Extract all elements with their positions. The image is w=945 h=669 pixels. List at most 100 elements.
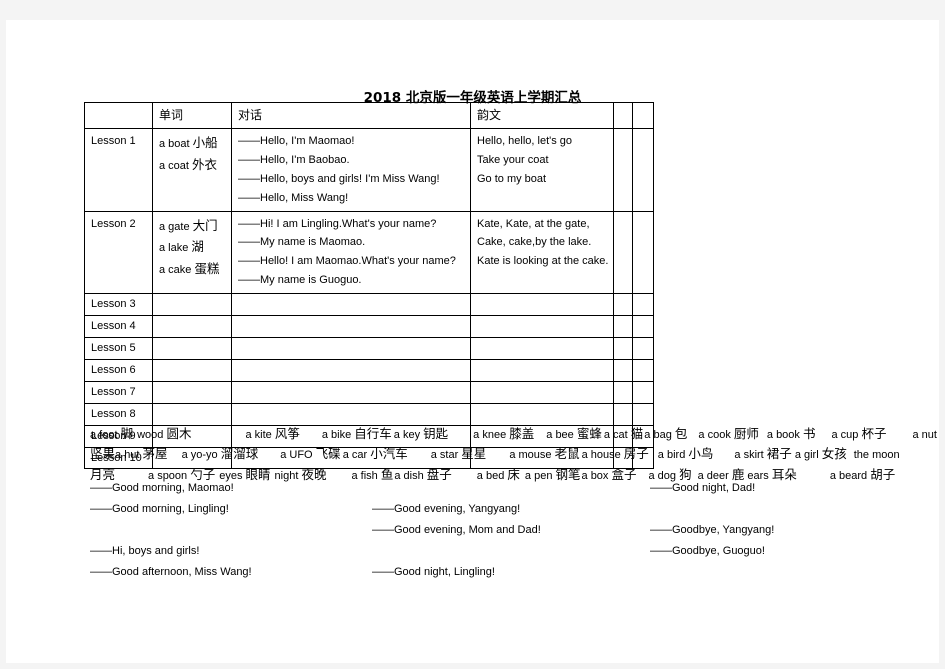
dialog-cell xyxy=(231,402,471,426)
dialog-cell: ——Hi! I am Lingling.What's your name? ——M… xyxy=(231,210,471,295)
column-header-lesson xyxy=(84,102,153,129)
vocabulary-item: a foot 脚 xyxy=(90,426,134,441)
greeting-item: ——Good morning, Maomao! xyxy=(90,482,234,494)
column-header-word: 单词 xyxy=(152,102,232,129)
greeting-row: ——Good morning, Maomao! ——Good night, Dad… xyxy=(90,482,935,503)
vocabulary-item: a skirt 裙子 xyxy=(734,446,792,462)
vocabulary-line: a foot 脚 wood 圆木 a kite 风筝 a bike 自行车 a key … xyxy=(90,424,937,444)
vocabulary-item: a deer 鹿 xyxy=(697,466,745,482)
vocabulary-item: a pen 钢笔 xyxy=(524,466,581,482)
table-row: Lesson 1a boat 小船 a coat 外衣 ——Hello, I'm M… xyxy=(84,127,655,212)
vocabulary-item: a mouse 老鼠 xyxy=(509,446,580,462)
lesson-label: Lesson 6 xyxy=(84,358,153,382)
vocabulary-item: a spoon 勺子 xyxy=(148,466,216,482)
column-header-rhyme: 韵文 xyxy=(469,102,615,129)
table-row: Lesson 2a gate 大门 a lake 湖a cake 蛋糕 ——Hi! … xyxy=(84,210,655,295)
vocabulary-item: a car 小汽车 xyxy=(342,446,408,462)
blank-cell-extra2 xyxy=(632,210,655,295)
vocabulary-item: a bed 床 xyxy=(476,466,520,482)
greeting-row: ——Good afternoon, Miss Wang! ——Good night… xyxy=(90,566,935,587)
vocabulary-item: a knee 膝盖 xyxy=(473,426,535,441)
column-header-extra2 xyxy=(632,102,655,129)
rhyme-cell xyxy=(469,380,615,404)
column-header-extra1 xyxy=(613,102,634,129)
vocabulary-item: a book 书 xyxy=(766,426,816,441)
vocabulary-item: wood 圆木 xyxy=(137,426,192,441)
table-row: Lesson 8 xyxy=(84,402,655,426)
vocabulary-list: a foot 脚 wood 圆木 a kite 风筝 a bike 自行车 a key … xyxy=(90,424,937,485)
vocabulary-item: a yo-yo 溜溜球 xyxy=(181,446,259,462)
vocabulary-item: a key 钥匙 xyxy=(393,426,449,441)
vocabulary-item: a box 盒子 xyxy=(581,466,637,482)
lesson-label: Lesson 1 xyxy=(84,127,153,212)
vocabulary-line: 坚果a hut 茅屋 a yo-yo 溜溜球 a UFO 飞碟 a car 小汽车 a … xyxy=(90,444,935,464)
dialog-cell xyxy=(231,380,471,404)
lesson-summary-table: 单词 对话 韵文 Lesson 1a boat 小船 a coat 外衣 ——Hello,… xyxy=(84,102,655,470)
vocabulary-item: a cat 猫 xyxy=(603,426,644,441)
greeting-row: ——Good morning, Lingling! ——Good evening,… xyxy=(90,503,935,524)
vocabulary-item: a UFO 飞碟 xyxy=(280,446,341,462)
greeting-item: ——Good morning, Lingling! xyxy=(90,503,229,515)
dialog-cell: ——Hello, I'm Maomao! ——Hello, I'm Baobao.… xyxy=(231,127,471,212)
rhyme-cell xyxy=(469,336,615,360)
blank-cell-extra1 xyxy=(613,336,634,360)
words-cell xyxy=(152,380,232,404)
blank-cell-extra2 xyxy=(632,315,655,338)
blank-cell-extra2 xyxy=(632,293,655,317)
rhyme-cell xyxy=(469,293,615,317)
greeting-item: ——Good afternoon, Miss Wang! xyxy=(90,566,252,578)
words-cell: a boat 小船 a coat 外衣 xyxy=(152,127,232,212)
greeting-item: ——Good night, Dad! xyxy=(650,482,756,494)
lesson-label: Lesson 7 xyxy=(84,380,153,404)
dialog-cell xyxy=(231,336,471,360)
greeting-row: ——Hi, boys and girls! ——Goodbye, Guoguo! xyxy=(90,545,935,566)
vocabulary-item: a bike 自行车 xyxy=(321,426,392,441)
blank-cell-extra2 xyxy=(632,380,655,404)
blank-cell-extra1 xyxy=(613,402,634,426)
table-row: Lesson 5 xyxy=(84,336,655,360)
words-cell xyxy=(152,293,232,317)
rhyme-cell xyxy=(469,315,615,338)
blank-cell-extra1 xyxy=(613,315,634,338)
vocabulary-item: night 夜晚 xyxy=(274,466,327,482)
greeting-item: ——Hi, boys and girls! xyxy=(90,545,200,557)
blank-cell-extra1 xyxy=(613,380,634,404)
blank-cell-extra2 xyxy=(632,358,655,382)
vocabulary-item: a bag 包 xyxy=(644,426,688,441)
table-row: Lesson 6 xyxy=(84,358,655,382)
lesson-label: Lesson 4 xyxy=(84,315,153,338)
vocabulary-item: a cup 杯子 xyxy=(831,426,887,441)
table-row: Lesson 7 xyxy=(84,380,655,404)
words-cell: a gate 大门 a lake 湖a cake 蛋糕 xyxy=(152,210,232,295)
rhyme-cell xyxy=(469,358,615,382)
vocabulary-item: a star 星星 xyxy=(430,446,487,462)
blank-cell-extra2 xyxy=(632,127,655,212)
column-header-dialog: 对话 xyxy=(231,102,471,129)
greetings-list: ——Good morning, Maomao! ——Good night, Dad… xyxy=(90,482,935,582)
greeting-row: ——Good evening, Mom and Dad! ——Goodbye, Y… xyxy=(90,524,935,545)
rhyme-cell xyxy=(469,402,615,426)
greeting-item: ——Good night, Lingling! xyxy=(372,566,495,578)
rhyme-cell: Hello, hello, let's go Take your coat Go t… xyxy=(469,127,615,212)
blank-cell-extra2 xyxy=(632,336,655,360)
vocabulary-item: a bee 蜜蜂 xyxy=(546,426,602,441)
vocabulary-item: a kite 风筝 xyxy=(245,426,300,441)
vocabulary-item: a house 房子 xyxy=(581,446,649,462)
blank-cell-extra1 xyxy=(613,358,634,382)
blank-cell-extra1 xyxy=(613,210,634,295)
words-cell xyxy=(152,336,232,360)
table-row: Lesson 3 xyxy=(84,293,655,317)
words-cell xyxy=(152,315,232,338)
vocabulary-item: a cook 厨师 xyxy=(698,426,759,441)
lesson-label: Lesson 3 xyxy=(84,293,153,317)
words-cell xyxy=(152,402,232,426)
dialog-cell xyxy=(231,315,471,338)
vocabulary-item: a girl 女孩 xyxy=(794,446,847,462)
vocabulary-item: a dog 狗 xyxy=(648,466,692,482)
table-row: Lesson 4 xyxy=(84,315,655,338)
greeting-item: ——Goodbye, Guoguo! xyxy=(650,545,765,557)
blank-cell-extra1 xyxy=(613,293,634,317)
vocabulary-item: 月亮 xyxy=(90,466,116,482)
vocabulary-item: ears 耳朵 xyxy=(747,466,797,482)
lesson-label: Lesson 2 xyxy=(84,210,153,295)
